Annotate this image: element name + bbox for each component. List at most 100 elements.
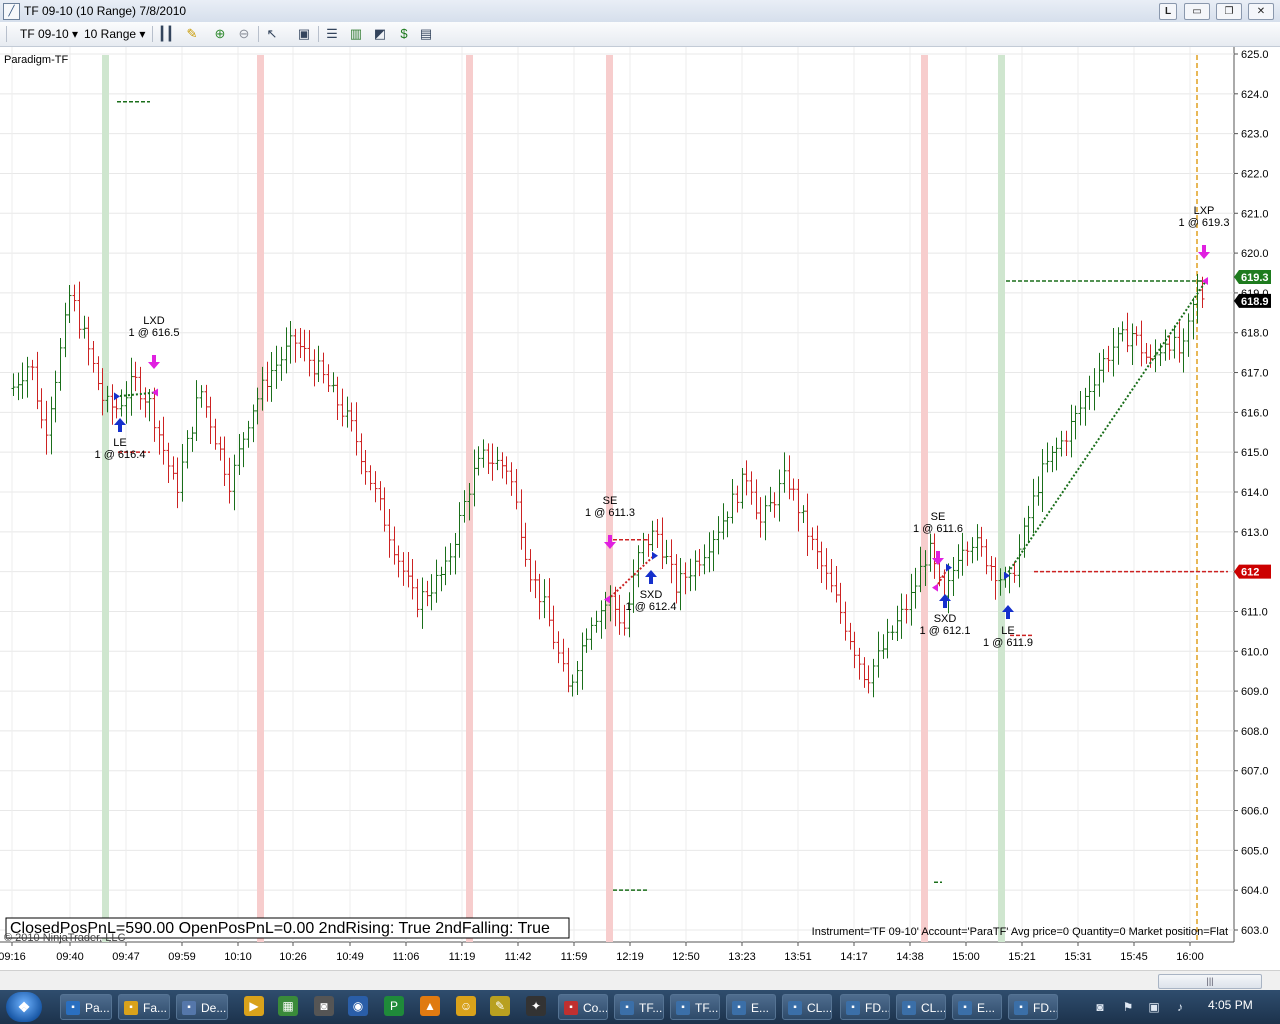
x-tick-label: 15:45 bbox=[1120, 951, 1148, 963]
trade-detail: 1 @ 616.5 bbox=[129, 327, 180, 339]
trade-detail: 1 @ 611.3 bbox=[585, 507, 635, 519]
taskbar-item-label: CL... bbox=[807, 1001, 832, 1015]
x-tick-label: 09:59 bbox=[168, 951, 196, 963]
taskbar-item[interactable]: ▪ TF... bbox=[670, 994, 720, 1020]
tray-network-icon[interactable]: ▣ bbox=[1146, 999, 1162, 1015]
taskbar-item[interactable]: ▪ E... bbox=[952, 994, 1002, 1020]
x-tick-label: 12:50 bbox=[672, 951, 700, 963]
window-icon: ▪ bbox=[732, 1001, 746, 1015]
copyright-text: © 2010 NinjaTrader, LLC bbox=[4, 932, 125, 944]
x-tick-label: 14:17 bbox=[840, 951, 868, 963]
app-icon[interactable]: ▦ bbox=[278, 996, 298, 1016]
window-icon: ▪ bbox=[564, 1001, 578, 1015]
trade-label: LXP bbox=[1194, 205, 1215, 217]
y-tick-label: 625.0 bbox=[1241, 49, 1269, 61]
window-icon: ▪ bbox=[182, 1001, 196, 1015]
tray-camera-icon[interactable]: ◙ bbox=[1092, 999, 1108, 1015]
x-tick-label: 11:59 bbox=[561, 951, 588, 963]
strategy-name-label: Paradigm-TF bbox=[4, 54, 68, 66]
app-icon[interactable]: ☺ bbox=[456, 996, 476, 1016]
y-tick-label: 605.0 bbox=[1241, 845, 1269, 857]
tray-volume-icon[interactable]: ♪ bbox=[1172, 999, 1188, 1015]
y-tick-label: 618.0 bbox=[1241, 328, 1269, 340]
signal-band bbox=[921, 55, 928, 942]
price-marker-label: 618.9 bbox=[1241, 296, 1269, 308]
x-tick-label: 15:31 bbox=[1064, 951, 1092, 963]
taskbar-item[interactable]: ▪ TF... bbox=[614, 994, 664, 1020]
taskbar-item-label: Fa... bbox=[143, 1001, 168, 1015]
taskbar-item[interactable]: ▪ Co... bbox=[558, 994, 608, 1020]
position-text: Instrument='TF 09-10' Account='ParaTF' A… bbox=[812, 926, 1228, 938]
x-tick-label: 13:51 bbox=[784, 951, 812, 963]
window-icon: ▪ bbox=[846, 1001, 860, 1015]
price-chart[interactable]: 625.0624.0623.0622.0621.0620.0619.0618.0… bbox=[0, 0, 1280, 970]
app-icon[interactable]: ◉ bbox=[348, 996, 368, 1016]
window-icon: ▪ bbox=[676, 1001, 690, 1015]
taskbar-item-label: FD... bbox=[865, 1001, 890, 1015]
vlc-icon[interactable]: ▲ bbox=[420, 996, 440, 1016]
x-tick-label: 10:10 bbox=[224, 951, 252, 963]
window-icon: ▪ bbox=[620, 1001, 634, 1015]
taskbar-item-label: TF... bbox=[639, 1001, 663, 1015]
y-tick-label: 614.0 bbox=[1241, 487, 1269, 499]
taskbar-item-label: E... bbox=[977, 1001, 996, 1015]
trade-detail: 1 @ 612.4 bbox=[626, 601, 677, 613]
app-icon[interactable]: ✦ bbox=[526, 996, 546, 1016]
trade-label: SE bbox=[603, 495, 618, 507]
window-icon: ▪ bbox=[958, 1001, 972, 1015]
window-icon: ▪ bbox=[124, 1001, 138, 1015]
trade-label: LXD bbox=[143, 315, 164, 327]
signal-band bbox=[102, 55, 109, 942]
app-icon[interactable]: P bbox=[384, 996, 404, 1016]
taskbar-item[interactable]: ▪ E... bbox=[726, 994, 776, 1020]
chart-horizontal-scrollbar[interactable]: ||| bbox=[0, 970, 1280, 991]
trade-detail: 1 @ 616.4 bbox=[95, 449, 146, 461]
camera-icon[interactable]: ◙ bbox=[314, 996, 334, 1016]
y-tick-label: 623.0 bbox=[1241, 129, 1269, 141]
window-icon: ▪ bbox=[66, 1001, 80, 1015]
trade-detail: 1 @ 611.6 bbox=[913, 523, 963, 535]
taskbar-item[interactable]: ▪ CL... bbox=[782, 994, 832, 1020]
trade-detail: 1 @ 612.1 bbox=[920, 625, 971, 637]
y-tick-label: 609.0 bbox=[1241, 686, 1269, 698]
windows-logo-icon: ❖ bbox=[17, 999, 31, 1015]
taskbar-item-label: De... bbox=[201, 1001, 227, 1015]
y-tick-label: 608.0 bbox=[1241, 726, 1269, 738]
x-tick-label: 11:19 bbox=[449, 951, 476, 963]
x-tick-label: 11:42 bbox=[505, 951, 532, 963]
y-tick-label: 624.0 bbox=[1241, 89, 1269, 101]
y-tick-label: 622.0 bbox=[1241, 168, 1269, 180]
y-tick-label: 610.0 bbox=[1241, 646, 1269, 658]
x-tick-label: 11:06 bbox=[393, 951, 420, 963]
taskbar-item-label: TF... bbox=[695, 1001, 719, 1015]
taskbar-item[interactable]: ▪ CL... bbox=[896, 994, 946, 1020]
media-player-icon[interactable]: ▶ bbox=[244, 996, 264, 1016]
x-tick-label: 09:16 bbox=[0, 951, 26, 963]
window-icon: ▪ bbox=[902, 1001, 916, 1015]
trade-label: SE bbox=[931, 511, 946, 523]
start-button[interactable]: ❖ bbox=[6, 992, 42, 1022]
y-tick-label: 615.0 bbox=[1241, 447, 1269, 459]
tray-flag-icon[interactable]: ⚑ bbox=[1120, 999, 1136, 1015]
y-tick-label: 603.0 bbox=[1241, 925, 1269, 937]
y-tick-label: 604.0 bbox=[1241, 885, 1269, 897]
taskbar-item[interactable]: ▪ Fa... bbox=[118, 994, 170, 1020]
x-tick-label: 15:00 bbox=[952, 951, 980, 963]
price-marker-label: 619.3 bbox=[1241, 272, 1269, 284]
taskbar-clock[interactable]: 4:05 PM bbox=[1208, 998, 1253, 1012]
taskbar-item[interactable]: ▪ Pa... bbox=[60, 994, 112, 1020]
trade-label: SXD bbox=[934, 613, 957, 625]
trade-label: SXD bbox=[640, 589, 663, 601]
x-tick-label: 12:19 bbox=[616, 951, 644, 963]
x-tick-label: 10:49 bbox=[336, 951, 364, 963]
signal-band bbox=[257, 55, 264, 942]
y-tick-label: 620.0 bbox=[1241, 248, 1269, 260]
windows-taskbar: ❖ ▪ Pa... ▪ Fa... ▪ De... ▪ Co... ▪ TF... ▪ TF... ▪ E… bbox=[0, 990, 1280, 1024]
taskbar-item[interactable]: ▪ De... bbox=[176, 994, 228, 1020]
app-icon[interactable]: ✎ bbox=[490, 996, 510, 1016]
taskbar-item[interactable]: ▪ FD... bbox=[840, 994, 890, 1020]
taskbar-item[interactable]: ▪ FD... bbox=[1008, 994, 1058, 1020]
scroll-thumb[interactable]: ||| bbox=[1158, 974, 1262, 989]
y-tick-label: 621.0 bbox=[1241, 208, 1269, 220]
x-tick-label: 10:26 bbox=[279, 951, 307, 963]
